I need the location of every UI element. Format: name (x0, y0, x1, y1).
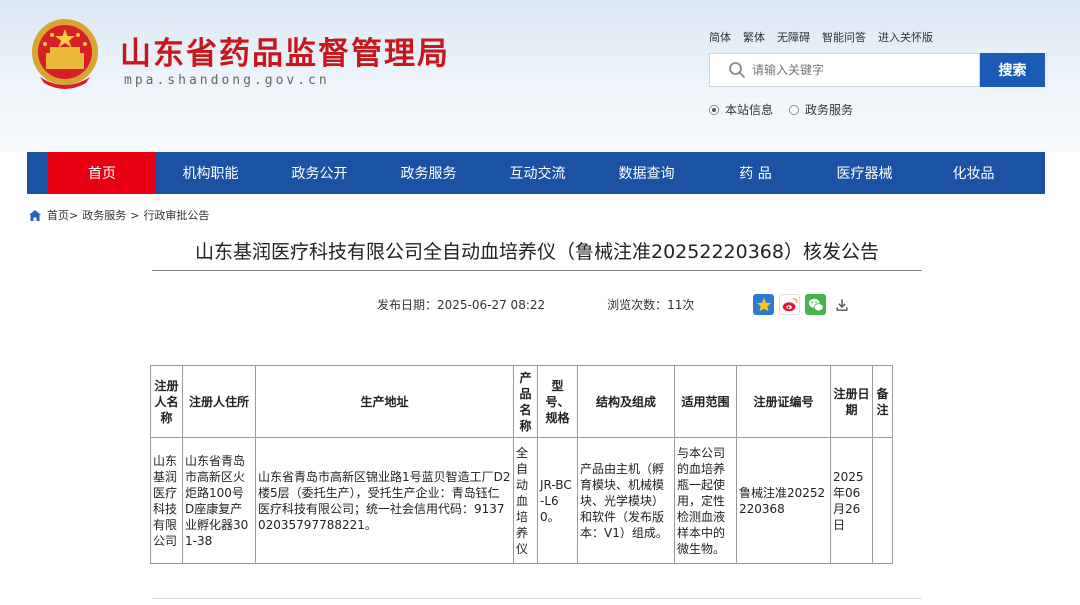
breadcrumb-current[interactable]: 行政审批公告 (143, 207, 209, 223)
scope-option-services[interactable]: 政务服务 (789, 101, 853, 118)
breadcrumb-services[interactable]: 政务服务 (82, 207, 126, 223)
download-icon[interactable] (831, 294, 852, 315)
table-header-cell: 结构及组成 (577, 365, 675, 438)
radio-unselected-icon[interactable] (789, 104, 800, 115)
publish-date: 发布日期：2025-06-27 08:22 (377, 298, 546, 312)
top-link-traditional[interactable]: 繁体 (743, 29, 765, 45)
national-emblem-icon (32, 19, 98, 89)
site-title[interactable]: 山东省药品监督管理局 (120, 28, 450, 73)
table-header-cell: 备注 (872, 365, 893, 438)
cell-structure: 产品由主机（孵育模块、机械模块、光学模块）和软件（发布版本：V1）组成。 (577, 437, 675, 564)
table-header-cell: 适用范围 (674, 365, 737, 438)
footer-divider (152, 598, 922, 599)
table-header-cell: 注册日期 (830, 365, 873, 438)
site-domain: mpa.shandong.gov.cn (124, 73, 330, 88)
table-header-cell: 产品名称 (513, 365, 538, 438)
search-button[interactable]: 搜索 (980, 53, 1045, 87)
nav-item-gov-services[interactable]: 政务服务 (374, 152, 483, 194)
title-divider (152, 270, 922, 271)
search-scope: 本站信息 政务服务 (709, 101, 853, 118)
nav-item-home[interactable]: 首页 (48, 152, 156, 194)
top-link-accessibility[interactable]: 无障碍 (777, 29, 810, 45)
search-box (709, 53, 980, 87)
home-icon (29, 209, 41, 221)
cell-registrant-name: 山东基润医疗科技有限公司 (150, 437, 183, 564)
breadcrumb-home[interactable]: 首页> (47, 207, 78, 223)
table-header-cell: 注册人住所 (182, 365, 256, 438)
view-count: 浏览次数：11次 (607, 298, 695, 312)
wechat-share-icon[interactable] (805, 294, 826, 315)
nav-item-gov-affairs[interactable]: 政务公开 (265, 152, 374, 194)
cell-scope: 与本公司的血培养瓶一起使用，定性检测血液样本中的微生物。 (674, 437, 737, 564)
weibo-share-icon[interactable] (779, 294, 800, 315)
cell-registration-date: 2025年06月26日 (830, 437, 873, 564)
nav-item-functions[interactable]: 机构职能 (156, 152, 265, 194)
cell-production-address: 山东省青岛市高新区锦业路1号蓝贝智造工厂D2楼5层（委托生产），受托生产企业：青… (255, 437, 514, 564)
nav-item-cosmetics[interactable]: 化妆品 (919, 152, 1028, 194)
scope-option-site[interactable]: 本站信息 (709, 101, 773, 118)
scope-label-services: 政务服务 (805, 103, 854, 117)
page-title: 山东基润医疗科技有限公司全自动血培养仪（鲁械注准20252220368）核发公告 (195, 241, 879, 263)
top-link-simplified[interactable]: 简体 (709, 29, 731, 45)
breadcrumb-separator: > (130, 208, 140, 222)
table-header-cell: 注册证编号 (736, 365, 831, 438)
qzone-share-icon[interactable] (753, 294, 774, 315)
table-header-row: 注册人名称 注册人住所 生产地址 产品名称 型号、规格 结构及组成 适用范围 注… (150, 365, 893, 438)
radio-selected-icon[interactable] (709, 104, 719, 115)
breadcrumb: 首页> 政务服务 > 行政审批公告 (29, 207, 209, 223)
scope-label-site: 本站信息 (725, 103, 774, 117)
cell-product-name: 全自动血培养仪 (513, 437, 538, 564)
registration-table: 注册人名称 注册人住所 生产地址 产品名称 型号、规格 结构及组成 适用范围 注… (150, 365, 893, 564)
top-links: 简体 繁体 无障碍 智能问答 进入关怀版 (709, 29, 933, 45)
share-bar (753, 294, 852, 315)
cell-model-spec: JR-BC-L60。 (537, 437, 578, 564)
nav-item-devices[interactable]: 医疗器械 (810, 152, 919, 194)
cell-registrant-address: 山东省青岛市高新区火炬路100号D座康复产业孵化器301-38 (182, 437, 256, 564)
search-input[interactable] (752, 63, 952, 77)
main-nav: 首页 机构职能 政务公开 政务服务 互动交流 数据查询 药 品 医疗器械 化妆品 (27, 152, 1045, 194)
nav-item-data-query[interactable]: 数据查询 (592, 152, 701, 194)
top-link-smart-qa[interactable]: 智能问答 (822, 29, 866, 45)
cell-remarks (872, 437, 893, 564)
table-header-cell: 生产地址 (255, 365, 514, 438)
nav-item-interaction[interactable]: 互动交流 (483, 152, 592, 194)
table-row: 山东基润医疗科技有限公司 山东省青岛市高新区火炬路100号D座康复产业孵化器30… (150, 437, 893, 564)
table-header-cell: 型号、规格 (537, 365, 578, 438)
cell-certificate-number: 鲁械注准20252220368 (736, 437, 831, 564)
nav-item-drugs[interactable]: 药 品 (701, 152, 810, 194)
article-meta: 发布日期：2025-06-27 08:22 浏览次数：11次 (377, 296, 694, 313)
top-link-care-mode[interactable]: 进入关怀版 (878, 29, 933, 45)
search-icon (729, 62, 745, 78)
table-header-cell: 注册人名称 (150, 365, 183, 438)
